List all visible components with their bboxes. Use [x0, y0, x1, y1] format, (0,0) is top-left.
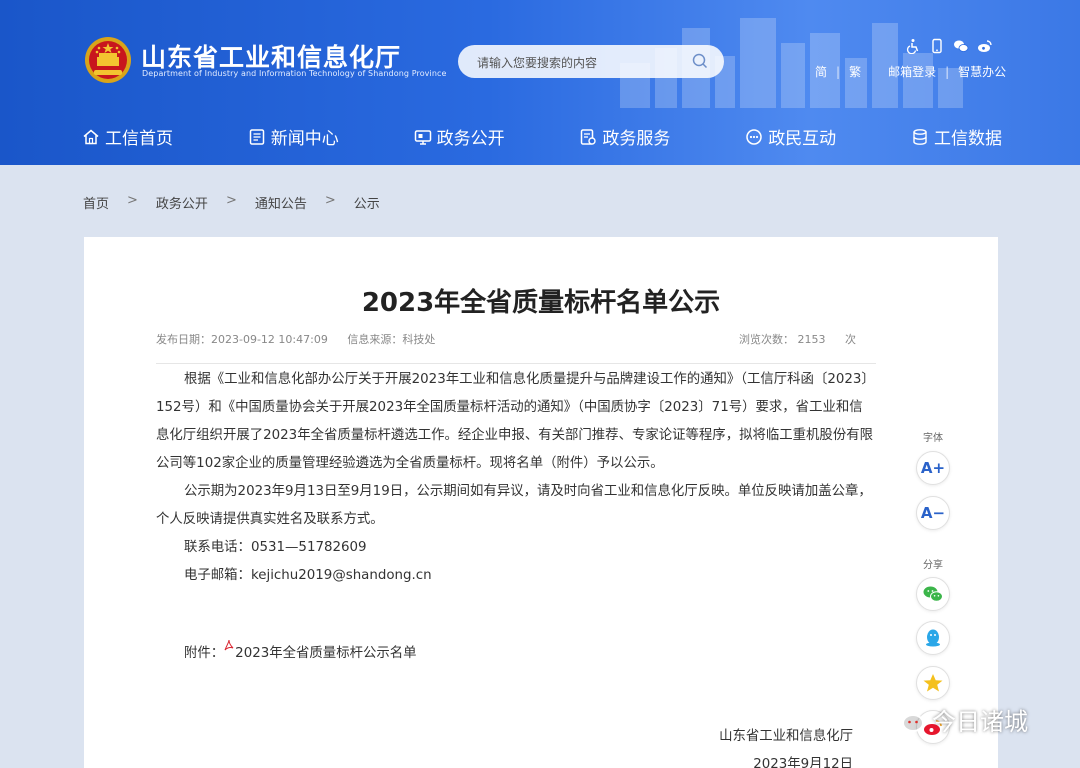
attachment: 附件： 2023年全省质量标杆公示名单: [184, 639, 417, 661]
breadcrumb-separator: >: [225, 193, 237, 208]
article-meta: 发布日期：2023-09-12 10:47:09 信息来源：科技处: [156, 331, 451, 347]
wechat-logo-icon: [890, 706, 924, 732]
font-increase-label: A+: [920, 459, 946, 477]
breadcrumb-public-notice[interactable]: 公示: [354, 193, 380, 212]
wechat-share-icon: [923, 586, 943, 602]
font-decrease-button[interactable]: A−: [916, 496, 950, 530]
search-box[interactable]: 请输入您要搜索的内容: [458, 45, 724, 78]
signature-block: 山东省工业和信息化厅 2023年9月12日: [719, 723, 853, 768]
attachment-link[interactable]: 2023年全省质量标杆公示名单: [235, 646, 416, 661]
contact-email: 电子邮箱：kejichu2019@shandong.cn: [184, 568, 432, 583]
nav-data[interactable]: 工信数据: [911, 124, 1002, 149]
home-icon: [83, 129, 99, 144]
article-card: 2023年全省质量标杆名单公示 发布日期：2023-09-12 10:47:09…: [84, 237, 998, 768]
nav-service[interactable]: 政务服务: [579, 124, 670, 149]
breadcrumb-separator: >: [324, 193, 336, 208]
view-count: 浏览次数： 2153 次: [739, 331, 856, 347]
meta-divider: [156, 363, 876, 364]
database-icon: [913, 128, 927, 145]
font-size-label: 字体: [923, 433, 943, 444]
breadcrumb-separator: >: [127, 193, 138, 208]
font-decrease-label: A−: [920, 504, 946, 522]
search-input[interactable]: 请输入您要搜索的内容: [477, 54, 597, 71]
link-separator: |: [945, 64, 950, 79]
top-links: 简 | 繁 邮箱登录 | 智慧办公: [815, 63, 1006, 80]
nav-gov-open[interactable]: 政务公开: [414, 124, 505, 149]
service-icon: [581, 128, 597, 145]
simplified-link[interactable]: 简: [815, 63, 827, 80]
share-wechat-button[interactable]: [916, 577, 950, 611]
search-icon[interactable]: [692, 53, 708, 69]
breadcrumb-gov-open[interactable]: 政务公开: [156, 193, 208, 212]
wechat-icon[interactable]: [953, 38, 969, 54]
gov-open-icon: [414, 129, 431, 145]
traditional-link[interactable]: 繁: [849, 63, 861, 80]
qzone-share-icon: [923, 674, 943, 692]
nav-label: 政务服务: [602, 129, 671, 149]
share-qq-button[interactable]: [916, 621, 950, 655]
interaction-icon: [746, 128, 762, 145]
mail-login-link[interactable]: 邮箱登录: [888, 63, 936, 80]
share-label: 分享: [923, 560, 943, 571]
article-body: 根据《工业和信息化部办公厅关于开展2023年工业和信息化质量提升与品牌建设工作的…: [156, 366, 876, 590]
accessibility-icon[interactable]: [905, 38, 921, 54]
watermark-text: 今日诸城: [932, 708, 1028, 736]
breadcrumb: 首页 > 政务公开 > 通知公告 > 公示: [83, 193, 380, 212]
publish-date: 发布日期：2023-09-12 10:47:09: [156, 333, 328, 346]
nav-news[interactable]: 新闻中心: [248, 124, 339, 149]
smart-office-link[interactable]: 智慧办公: [958, 63, 1006, 80]
share-qzone-button[interactable]: [916, 666, 950, 700]
nav-label: 工信首页: [105, 129, 173, 149]
nav-interaction[interactable]: 政民互动: [745, 124, 836, 149]
signature-date: 2023年9月12日: [753, 757, 853, 768]
nav-label: 新闻中心: [270, 129, 339, 149]
attachment-label: 附件：: [184, 646, 225, 661]
contact-phone: 联系电话：0531—51782609: [184, 540, 367, 555]
wechat-watermark: 今日诸城: [888, 702, 1028, 737]
views-label: 浏览次数：: [739, 333, 794, 346]
pdf-icon: [224, 639, 234, 651]
news-icon: [249, 128, 265, 145]
header-tool-icons: [905, 38, 993, 54]
article-paragraph: 根据《工业和信息化部办公厅关于开展2023年工业和信息化质量提升与品牌建设工作的…: [156, 372, 875, 471]
nav-label: 工信数据: [933, 129, 1002, 149]
article-paragraph: 公示期为2023年9月13日至9月19日，公示期间如有异议，请及时向省工业和信息…: [156, 484, 872, 527]
info-source: 信息来源：科技处: [347, 333, 436, 346]
qq-share-icon: [926, 629, 940, 647]
signature-org: 山东省工业和信息化厅: [719, 729, 853, 744]
font-increase-button[interactable]: A+: [916, 451, 950, 485]
site-header: 山东省工业和信息化厅 Department of Industry and In…: [0, 0, 1080, 165]
mobile-icon[interactable]: [929, 38, 945, 54]
site-subtitle: Department of Industry and Information T…: [142, 69, 447, 78]
link-separator: |: [836, 64, 841, 79]
nav-label: 政务公开: [436, 129, 505, 149]
main-nav: 工信首页 新闻中心 政务公开 政务服务 政民互动 工信数据: [82, 124, 1002, 149]
views-number: 2153: [797, 333, 826, 346]
article-title: 2023年全省质量标杆名单公示: [361, 288, 721, 318]
nav-label: 政民互动: [768, 129, 837, 149]
national-emblem-icon: [85, 37, 131, 83]
weibo-icon[interactable]: [977, 38, 993, 54]
breadcrumb-home[interactable]: 首页: [83, 193, 109, 212]
nav-home[interactable]: 工信首页: [82, 124, 173, 149]
breadcrumb-notices[interactable]: 通知公告: [255, 193, 307, 212]
views-unit: 次: [845, 333, 856, 346]
